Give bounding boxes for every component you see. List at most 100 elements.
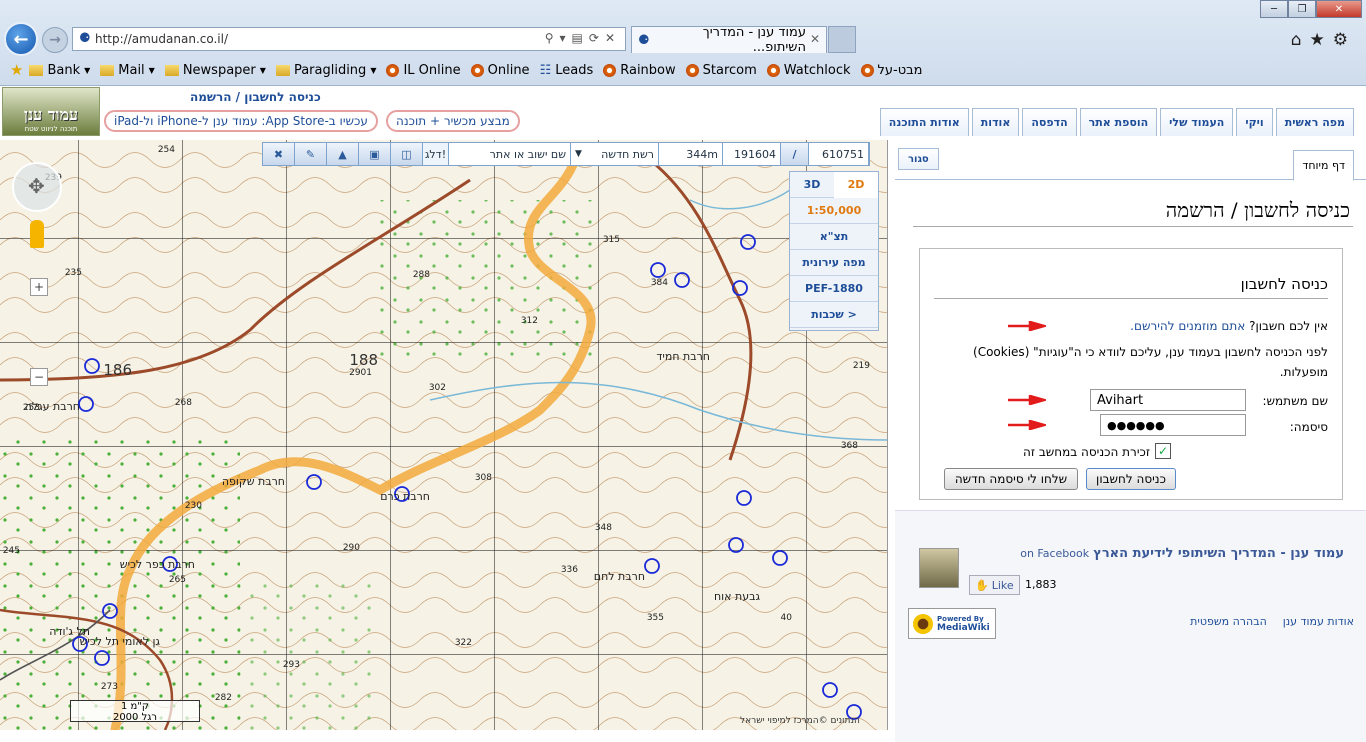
favorite-label: Starcom	[702, 62, 757, 78]
pin-icon[interactable]: ▲	[327, 143, 359, 165]
zoom-out-button[interactable]: −	[30, 368, 48, 386]
favorite-label: Leads	[555, 62, 594, 78]
altitude-readout: 344m	[659, 143, 723, 165]
favorite-3[interactable]: Paragliding ▼	[275, 63, 376, 78]
password-input[interactable]: ●●●●●●	[1100, 414, 1246, 436]
gear-icon[interactable]: ⚙	[1333, 30, 1356, 50]
map-label: 253	[23, 403, 40, 413]
close-window-icon[interactable]: ✕	[1316, 0, 1362, 18]
like-label: Like	[991, 578, 1014, 592]
nav-tab-2[interactable]: העמוד שלי	[1160, 108, 1234, 136]
place-search-input[interactable]: שם ישוב או אתר	[449, 143, 571, 165]
map-label: 230	[185, 501, 202, 511]
tab-special-page[interactable]: דף מיוחד	[1293, 150, 1354, 181]
minimize-icon[interactable]: ─	[1260, 0, 1288, 18]
register-link[interactable]: אתם מוזמנים להירשם.	[1130, 319, 1245, 333]
mode-2d-button[interactable]: 2D	[834, 171, 878, 198]
map-label: 293	[283, 660, 300, 670]
coord-y-input[interactable]: 191604	[723, 143, 781, 165]
home-icon[interactable]: ⌂	[1291, 30, 1310, 50]
forward-button[interactable]: →	[42, 27, 68, 53]
nav-tab-6[interactable]: אודות התוכנה	[879, 108, 969, 136]
coord-separator: /	[781, 143, 809, 165]
scale-feet-label: 2000 רגל	[112, 712, 158, 723]
map-label: 288	[413, 270, 430, 280]
site: עמוד ענן תוכנה לניווט שטח כניסה לחשבון /…	[0, 86, 1366, 742]
nav-tab-4[interactable]: הדפסה	[1022, 108, 1077, 136]
map-label: 254	[158, 145, 175, 155]
open-folder-icon[interactable]: ◫	[391, 143, 423, 165]
favorite-label: מבט-על	[877, 62, 923, 78]
new-tab-button[interactable]	[828, 26, 856, 53]
restore-icon[interactable]: ❐	[1288, 0, 1316, 18]
zoom-in-button[interactable]: +	[30, 278, 48, 296]
map-label: 322	[455, 638, 472, 648]
facebook-page-thumbnail[interactable]	[919, 548, 959, 588]
save-icon[interactable]: ▣	[359, 143, 391, 165]
footer-links: אודות עמוד ענן הבהרה משפטית	[1190, 615, 1354, 628]
coord-x-input[interactable]: 610751	[809, 143, 869, 165]
browser-tab[interactable]: ⚈ עמוד ענן - המדריך השיתופ... ✕	[631, 25, 827, 55]
thumbs-up-icon: ✋	[975, 578, 989, 592]
nav-tab-0[interactable]: מפה ראשית	[1275, 108, 1354, 136]
street-view-pegman-icon[interactable]	[30, 220, 44, 248]
map-layer-item[interactable]: מפה עירונית	[790, 250, 878, 276]
map-scale-button[interactable]: 1:50,000	[790, 198, 878, 224]
favorite-0[interactable]: Bank ▼	[29, 63, 90, 78]
map-label: 336	[561, 565, 578, 575]
favorite-6[interactable]: ☷ Leads	[540, 63, 594, 78]
back-button[interactable]: ←	[4, 22, 38, 56]
remember-checkbox[interactable]: ✓	[1155, 443, 1171, 459]
login-button[interactable]: כניסה לחשבון	[1086, 468, 1176, 490]
favorite-9[interactable]: Watchlock	[766, 63, 851, 78]
favorite-10[interactable]: מבט-על	[860, 62, 923, 78]
map-layer-item[interactable]: תצ"א	[790, 224, 878, 250]
map-label: 219	[853, 361, 870, 371]
favorite-2[interactable]: Newspaper ▼	[164, 62, 266, 78]
facebook-title: עמוד ענן - המדריך השיתופי לידיעת הארץ on…	[1020, 546, 1344, 561]
folder-icon	[29, 64, 44, 76]
username-input[interactable]: Avihart	[1090, 389, 1246, 411]
map-layer-panel: 3D 2D 1:50,000 תצ"א מפה עירונית PEF-1880 שכ…	[789, 171, 879, 331]
grid-select[interactable]: ▼ רשת חדשה	[571, 143, 659, 165]
favorites-star-icon[interactable]: ★	[1310, 30, 1333, 50]
heading-divider	[913, 226, 1353, 227]
reset-password-button[interactable]: שלחו לי סיסמה חדשה	[944, 468, 1078, 490]
footer-link[interactable]: אודות עמוד ענן	[1283, 615, 1354, 628]
favorite-5[interactable]: Online	[470, 63, 530, 78]
favorite-4[interactable]: IL Online	[386, 63, 461, 78]
map-label: 273	[101, 682, 118, 692]
map-layer-item[interactable]: שכבות >	[790, 302, 878, 328]
favorite-7[interactable]: Rainbow	[603, 63, 676, 78]
map-label: 312	[521, 316, 538, 326]
favorite-8[interactable]: Starcom	[685, 62, 757, 78]
clear-icon[interactable]: ✖	[263, 143, 295, 165]
map-layer-item[interactable]: PEF-1880	[790, 276, 878, 302]
device-promo-link[interactable]: מבצע מכשיר + תוכנה	[386, 110, 520, 132]
nav-tab-3[interactable]: הוספת אתר	[1079, 108, 1158, 136]
tab-close-icon[interactable]: ✕	[810, 32, 820, 46]
close-panel-button[interactable]: סגור	[898, 148, 939, 170]
topographic-map[interactable]: 188 186 חרבת עגלה חרבת כרם חרבת שקופה חרבת חמ…	[0, 140, 888, 730]
appstore-promo-link[interactable]: עכשיו ב-App Store: עמוד ענן ל-iPhone ול-…	[104, 110, 378, 132]
favorite-1[interactable]: Mail ▼	[100, 63, 155, 78]
facebook-like-button[interactable]: ✋ Like	[969, 575, 1020, 595]
map-mode-toggle: 3D 2D	[790, 171, 878, 198]
address-bar[interactable]: ⚈ http://amudanan.co.il/ ⚲▾▤⟳✕	[72, 27, 626, 51]
facebook-page-link[interactable]: עמוד ענן - המדריך השיתופי לידיעת הארץ	[1093, 546, 1344, 561]
favorite-label: Newspaper	[182, 62, 256, 78]
no-account-text: אין לכם חשבון?	[1249, 319, 1328, 333]
tab-title: עמוד ענן - המדריך השיתופ...	[702, 25, 806, 55]
logo-title: עמוד ענן	[23, 105, 79, 124]
site-logo[interactable]: עמוד ענן תוכנה לניווט שטח	[2, 87, 100, 136]
favorites-star-add-icon[interactable]: ★	[10, 61, 23, 79]
mode-3d-button[interactable]: 3D	[790, 172, 834, 198]
nav-tab-1[interactable]: ויקי	[1236, 108, 1273, 136]
nav-tab-5[interactable]: אודות	[971, 108, 1020, 136]
footer-link[interactable]: הבהרה משפטית	[1190, 615, 1267, 628]
mediawiki-badge[interactable]: Powered By MediaWiki	[908, 608, 996, 639]
map-pan-control[interactable]: ✥	[12, 162, 62, 212]
draw-icon[interactable]: ✎	[295, 143, 327, 165]
address-tools-icons[interactable]: ⚲▾▤⟳✕	[545, 31, 621, 45]
search-go-button[interactable]: דלג!	[423, 143, 449, 165]
